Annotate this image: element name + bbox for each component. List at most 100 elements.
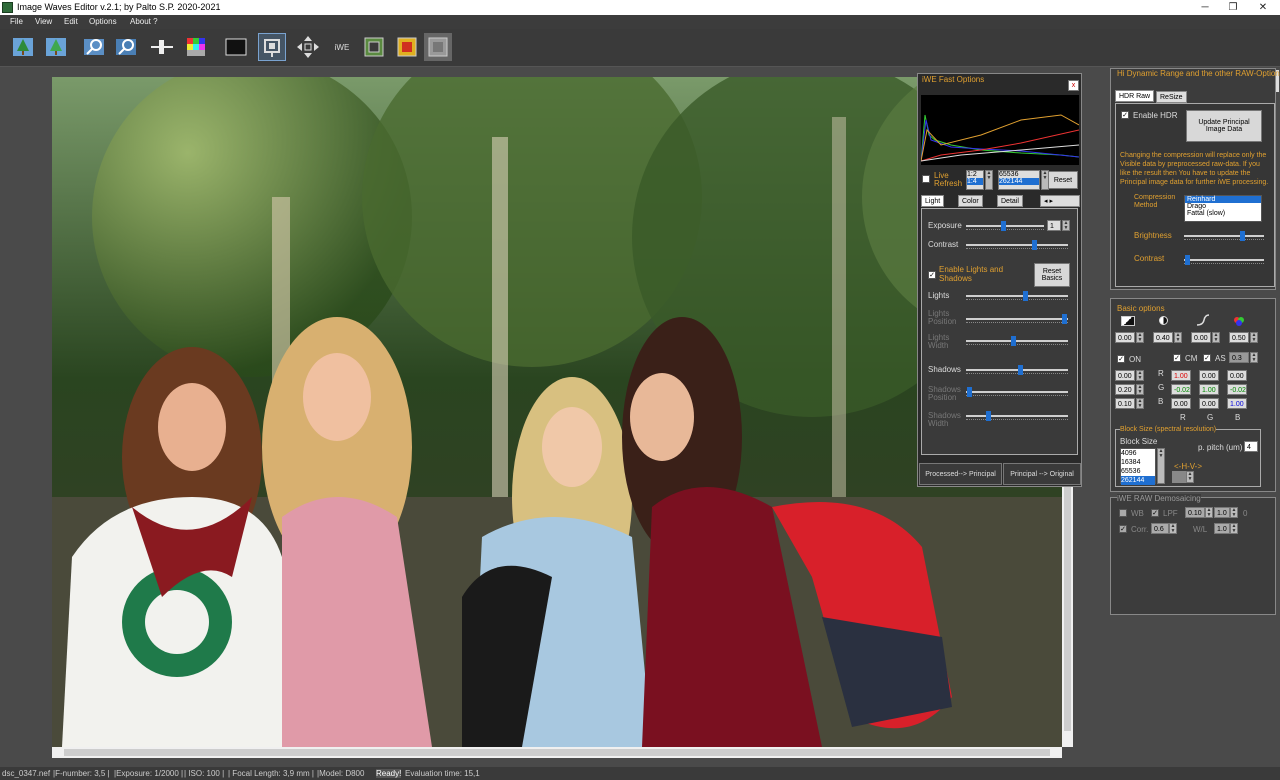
left-spinner-1[interactable]: ▲ ▼ [1136, 370, 1144, 381]
brightness-thumb[interactable] [1240, 231, 1245, 241]
left-spinner-2[interactable]: ▲ ▼ [1136, 384, 1144, 395]
method-reinhard[interactable]: Reinhard [1185, 196, 1261, 203]
basic-spinner-1[interactable]: ▲ ▼ [1136, 332, 1144, 343]
zoom-in-button[interactable] [80, 33, 108, 61]
update-principal-button[interactable]: Update Principal Image Data [1186, 110, 1262, 142]
lpf-spinner-1[interactable]: ▲ ▼ [1205, 507, 1213, 518]
tab-scroll-arrows[interactable]: ◂ ▸ [1040, 195, 1080, 207]
lights-position-thumb[interactable] [1062, 314, 1067, 324]
close-button[interactable]: ✕ [1248, 0, 1278, 15]
hv-box[interactable] [1172, 471, 1186, 483]
contrast-thumb[interactable] [1032, 240, 1037, 250]
ratio-list[interactable]: 1:2 1:4 [966, 170, 984, 190]
compression-method-list[interactable]: Reinhard Drago Fattal (slow) [1184, 195, 1262, 222]
move-button[interactable] [294, 33, 322, 61]
corr-checkbox[interactable]: ✓ [1119, 525, 1127, 533]
shadows-width-slider[interactable] [966, 411, 1068, 421]
tab-color[interactable]: Color [958, 195, 983, 207]
lpf-value-2[interactable]: 1.0 [1214, 507, 1230, 518]
menu-options[interactable]: Options [89, 17, 117, 26]
menu-view[interactable]: View [35, 17, 52, 26]
lpf-spinner-2[interactable]: ▲ ▼ [1230, 507, 1238, 518]
zoom-out-button[interactable] [112, 33, 140, 61]
size-option-2[interactable]: 262144 [999, 178, 1039, 185]
on-checkbox[interactable]: ✓ [1117, 355, 1125, 363]
block-size-list[interactable]: 4096 16384 65536 262144 [1120, 448, 1156, 485]
exposure-value[interactable]: 1 [1047, 220, 1061, 231]
method-drago[interactable]: Drago [1185, 203, 1261, 210]
matrix-bg[interactable]: 0.00 [1199, 398, 1219, 409]
matrix-br[interactable]: 0.00 [1171, 398, 1191, 409]
hdr-contrast-thumb[interactable] [1185, 255, 1190, 265]
processed-to-principal-button[interactable]: Processed--> Principal [919, 463, 1002, 485]
basic-value-3[interactable]: 0.00 [1191, 332, 1211, 343]
lpf-checkbox[interactable]: ✓ [1151, 509, 1159, 517]
fast-options-close[interactable]: x [1068, 80, 1079, 91]
basic-spinner-2[interactable]: ▲ ▼ [1174, 332, 1182, 343]
size-list[interactable]: 65536 262144 [998, 170, 1040, 190]
block-size-262144[interactable]: 262144 [1121, 476, 1155, 485]
lights-slider[interactable] [966, 291, 1068, 301]
size-option-1[interactable]: 65536 [999, 171, 1039, 178]
block-size-65536[interactable]: 65536 [1121, 467, 1155, 476]
wl-value[interactable]: 1.0 [1214, 523, 1230, 534]
corr-value[interactable]: 0.6 [1151, 523, 1169, 534]
lights-width-slider[interactable] [966, 336, 1068, 346]
ratio-option-2[interactable]: 1:4 [967, 178, 983, 185]
left-value-2[interactable]: 0.20 [1115, 384, 1135, 395]
left-value-3[interactable]: 0.10 [1115, 398, 1135, 409]
block-size-spinner[interactable]: ▲ ▼ [1157, 448, 1165, 484]
matrix-rb[interactable]: 0.00 [1227, 370, 1247, 381]
wb-checkbox[interactable] [1119, 509, 1127, 517]
fast-reset-button[interactable]: Reset [1048, 171, 1078, 189]
ratio-spinner[interactable]: ▲ ▼ [985, 170, 993, 190]
open-image-button[interactable] [9, 33, 37, 61]
minimize-button[interactable]: ─ [1190, 0, 1220, 15]
reset-basics-button[interactable]: Reset Basics [1034, 263, 1070, 287]
matrix-gg[interactable]: 1.00 [1199, 384, 1219, 395]
ratio-option-1[interactable]: 1:2 [967, 171, 983, 178]
left-value-1[interactable]: 0.00 [1115, 370, 1135, 381]
shadows-position-slider[interactable] [966, 387, 1068, 397]
method-fattal[interactable]: Fattal (slow) [1185, 210, 1261, 217]
as-value[interactable]: 0.3 [1229, 352, 1249, 363]
basic-value-1[interactable]: 0.00 [1115, 332, 1135, 343]
menu-about[interactable]: About ? [130, 17, 158, 26]
lights-position-slider[interactable] [966, 314, 1068, 324]
matrix-rg[interactable]: 0.00 [1199, 370, 1219, 381]
as-checkbox[interactable]: ✓ [1203, 354, 1211, 362]
lpf-value-1[interactable]: 0.10 [1185, 507, 1205, 518]
principal-to-original-button[interactable]: Principal --> Original [1003, 463, 1081, 485]
tab-resize[interactable]: ReSize [1156, 91, 1187, 103]
lights-width-thumb[interactable] [1011, 336, 1016, 346]
matrix-rr[interactable]: 1.00 [1171, 370, 1191, 381]
horizontal-scrollbar[interactable] [52, 747, 1062, 758]
matrix-gr[interactable]: -0.02 [1171, 384, 1191, 395]
hdr-contrast-slider[interactable] [1184, 255, 1264, 265]
basic-value-4[interactable]: 0.50 [1229, 332, 1249, 343]
pitch-value[interactable]: 4 [1244, 441, 1258, 452]
lights-thumb[interactable] [1023, 291, 1028, 301]
corr-spinner[interactable]: ▲ ▼ [1169, 523, 1177, 534]
maximize-button[interactable]: ❐ [1218, 0, 1248, 15]
frame-green-button[interactable] [360, 33, 388, 61]
exposure-thumb[interactable] [1001, 221, 1006, 231]
image-canvas[interactable] [52, 77, 1062, 747]
menu-file[interactable]: File [10, 17, 23, 26]
enable-hdr-checkbox[interactable]: ✓ [1121, 111, 1129, 119]
cm-checkbox[interactable]: ✓ [1173, 354, 1181, 362]
basic-spinner-3[interactable]: ▲ ▼ [1212, 332, 1220, 343]
tab-hdr-raw[interactable]: HDR Raw [1115, 90, 1155, 102]
horizontal-scroll-thumb[interactable] [64, 749, 1050, 756]
iwe-button[interactable]: iWE [328, 33, 356, 61]
open-raw-button[interactable] [42, 33, 70, 61]
color-grid-button[interactable] [182, 33, 210, 61]
contrast-slider[interactable] [966, 240, 1068, 250]
left-spinner-3[interactable]: ▲ ▼ [1136, 398, 1144, 409]
frame-grey-button[interactable] [424, 33, 452, 61]
tab-light[interactable]: Light [921, 195, 945, 207]
shadows-width-thumb[interactable] [986, 411, 991, 421]
levels-slider-button[interactable] [148, 33, 176, 61]
exposure-slider[interactable] [966, 221, 1044, 231]
live-refresh-checkbox[interactable] [922, 175, 930, 183]
